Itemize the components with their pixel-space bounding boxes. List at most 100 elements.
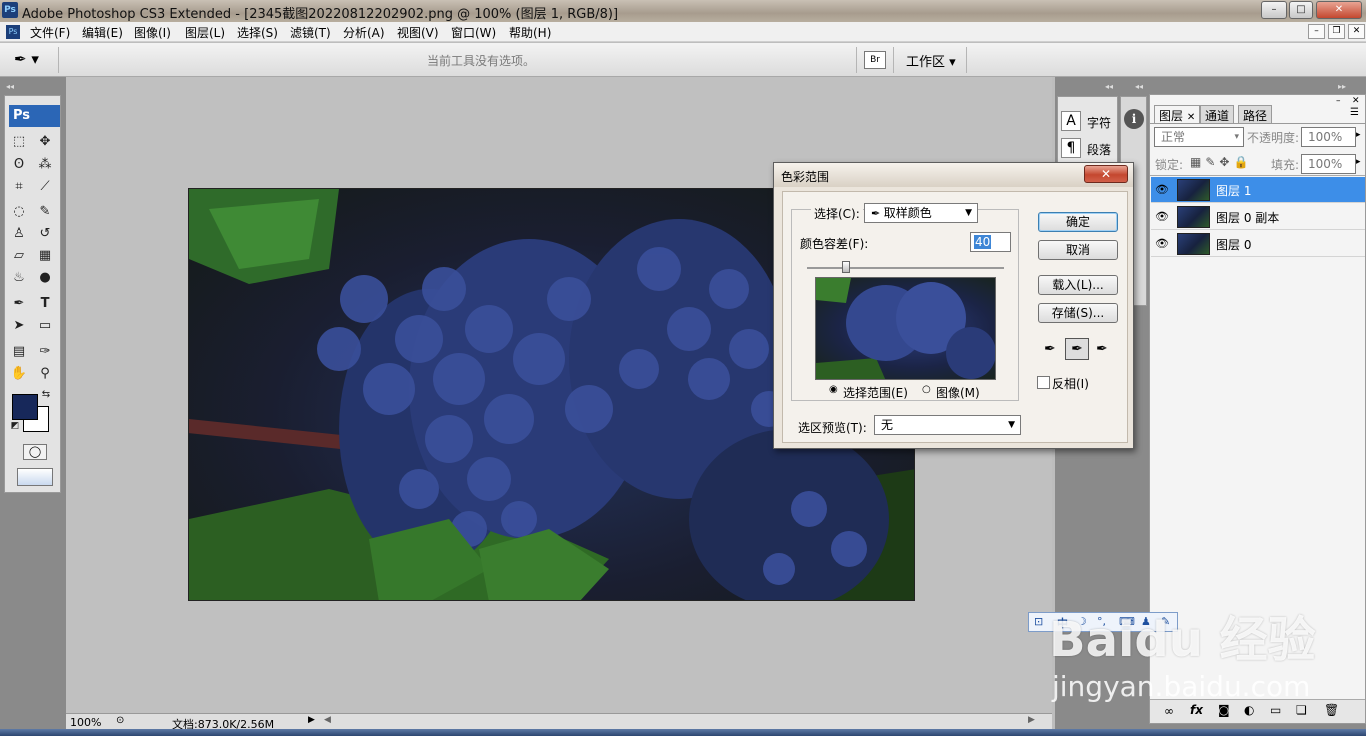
blur-tool-icon[interactable]: ♨ (9, 268, 29, 288)
preview-select[interactable]: 无 ▼ (874, 415, 1021, 435)
opacity-field[interactable]: 100% (1301, 127, 1356, 147)
eraser-tool-icon[interactable]: ▱ (9, 246, 29, 266)
panel-minimize-icon[interactable]: – (1336, 96, 1341, 106)
menu-file[interactable]: 文件(F) (30, 24, 70, 41)
eyedropper-tool-icon[interactable]: ✑ (35, 342, 55, 362)
select-combo[interactable]: ✒ 取样颜色 ▼ (864, 203, 978, 223)
zoom-tool-icon[interactable]: ⚲ (35, 364, 55, 384)
layer-row[interactable]: 👁 图层 0 副本 (1151, 204, 1365, 230)
layer-name[interactable]: 图层 1 (1216, 182, 1251, 199)
brush-tool-icon[interactable]: ✎ (35, 202, 55, 222)
fuzziness-field[interactable]: 40 (970, 232, 1011, 252)
path-selection-tool-icon[interactable]: ➤ (9, 316, 29, 336)
fill-field[interactable]: 100% (1301, 154, 1356, 174)
slice-tool-icon[interactable]: ⟋ (35, 177, 55, 197)
dock-collapse-icon[interactable]: ◂◂ (1105, 82, 1113, 91)
paragraph-panel-label[interactable]: 段落 (1087, 141, 1111, 158)
close-button[interactable]: ✕ (1316, 1, 1362, 19)
tab-paths[interactable]: 路径 (1238, 105, 1273, 123)
menu-analysis[interactable]: 分析(A) (343, 24, 385, 41)
move-tool-icon[interactable]: ✥ (35, 132, 55, 152)
crop-tool-icon[interactable]: ⌗ (9, 177, 29, 197)
menu-image[interactable]: 图像(I) (134, 24, 171, 41)
eyedropper-icon[interactable]: ✒ ▾ (14, 50, 48, 70)
hand-tool-icon[interactable]: ✋ (9, 364, 29, 384)
info-icon[interactable]: i (1124, 109, 1144, 129)
radio-selection-icon[interactable]: ◉ (829, 384, 838, 395)
dialog-title-bar[interactable]: 色彩范围 ✕ (774, 163, 1133, 187)
visibility-eye-icon[interactable]: 👁 (1155, 183, 1169, 196)
marquee-tool-icon[interactable]: ⬚ (9, 132, 29, 152)
zoom-level[interactable]: 100% (70, 716, 101, 729)
tab-close-icon[interactable]: ✕ (1187, 112, 1195, 123)
new-layer-icon[interactable]: ❏ (1296, 703, 1307, 717)
layer-name[interactable]: 图层 0 (1216, 236, 1251, 253)
menu-select[interactable]: 选择(S) (237, 24, 278, 41)
visibility-eye-icon[interactable]: 👁 (1155, 210, 1169, 223)
fuzziness-slider-track[interactable] (807, 267, 1004, 269)
visibility-eye-icon[interactable]: 👁 (1155, 237, 1169, 250)
scroll-right-icon[interactable]: ▶ (1028, 715, 1035, 725)
layer-style-icon[interactable]: fx (1190, 703, 1203, 717)
panel-close-icon[interactable]: ✕ (1352, 96, 1360, 106)
lock-icons[interactable]: ▦✎✥🔒 (1190, 155, 1252, 169)
doc-close-button[interactable]: ✕ (1348, 24, 1365, 39)
screen-mode-icon[interactable] (17, 468, 53, 486)
layer-row[interactable]: 👁 图层 1 (1151, 177, 1365, 203)
ok-button[interactable]: 确定 (1038, 212, 1118, 232)
save-button[interactable]: 存储(S)... (1038, 303, 1118, 323)
history-brush-tool-icon[interactable]: ↺ (35, 224, 55, 244)
layer-name[interactable]: 图层 0 副本 (1216, 209, 1279, 226)
maximize-button[interactable]: □ (1289, 1, 1313, 19)
delete-layer-icon[interactable]: 🗑 (1324, 703, 1339, 717)
panel-menu-icon[interactable]: ☰ (1350, 107, 1359, 118)
radio-selection-label[interactable]: 选择范围(E) (843, 384, 908, 401)
menu-layer[interactable]: 图层(L) (185, 24, 225, 41)
subtract-eyedropper-icon[interactable]: ✒ (1096, 341, 1108, 357)
default-colors-icon[interactable]: ◩ (9, 420, 21, 432)
magic-wand-tool-icon[interactable]: ⁂ (35, 155, 55, 175)
doc-minimize-button[interactable]: – (1308, 24, 1325, 39)
eyedropper-icon[interactable]: ✒ (1044, 341, 1056, 357)
invert-label[interactable]: 反相(I) (1052, 375, 1089, 392)
dock-collapse-icon[interactable]: ◂◂ (1135, 82, 1143, 91)
quick-mask-icon[interactable]: ◯ (23, 444, 47, 460)
clone-stamp-tool-icon[interactable]: ♙ (9, 224, 29, 244)
character-icon[interactable]: A (1061, 111, 1081, 131)
collapse-icon[interactable]: ◂◂ (6, 82, 14, 91)
doc-restore-button[interactable]: ❐ (1328, 24, 1345, 39)
menu-filter[interactable]: 滤镜(T) (290, 24, 331, 41)
dock-expand-icon[interactable]: ▸▸ (1338, 82, 1346, 91)
minimize-button[interactable]: – (1261, 1, 1287, 19)
gradient-tool-icon[interactable]: ▦ (35, 246, 55, 266)
foreground-color-swatch[interactable] (12, 394, 38, 420)
new-group-icon[interactable]: ▭ (1270, 703, 1281, 717)
menu-view[interactable]: 视图(V) (397, 24, 439, 41)
radio-image-icon[interactable]: ○ (922, 384, 931, 395)
swap-colors-icon[interactable]: ⇆ (39, 388, 53, 402)
pen-tool-icon[interactable]: ✒ (9, 294, 29, 314)
scroll-left-icon[interactable]: ◀ (324, 715, 331, 725)
healing-brush-tool-icon[interactable]: ◌ (9, 202, 29, 222)
invert-checkbox[interactable] (1037, 376, 1050, 389)
status-icon[interactable]: ⊙ (116, 715, 124, 726)
tab-channels[interactable]: 通道 (1200, 105, 1235, 123)
shape-tool-icon[interactable]: ▭ (35, 316, 55, 336)
dodge-tool-icon[interactable]: ● (35, 268, 55, 288)
menu-help[interactable]: 帮助(H) (509, 24, 551, 41)
menu-window[interactable]: 窗口(W) (451, 24, 496, 41)
paragraph-icon[interactable]: ¶ (1061, 138, 1081, 158)
tab-layers[interactable]: 图层 ✕ (1154, 105, 1201, 123)
ime-logo-icon[interactable]: ⊡ (1034, 615, 1043, 628)
layer-mask-icon[interactable]: ◙ (1218, 703, 1230, 717)
document-icon[interactable]: Ps (6, 25, 20, 39)
blend-mode-select[interactable]: 正常 ▾ (1154, 127, 1244, 147)
dialog-close-button[interactable]: ✕ (1084, 165, 1128, 183)
cancel-button[interactable]: 取消 (1038, 240, 1118, 260)
radio-image-label[interactable]: 图像(M) (936, 384, 980, 401)
link-layers-icon[interactable]: ∞ (1164, 704, 1174, 718)
character-panel-label[interactable]: 字符 (1087, 114, 1111, 131)
layer-row[interactable]: 👁 图层 0 (1151, 231, 1365, 257)
fuzziness-slider-thumb[interactable] (842, 261, 850, 273)
windows-taskbar[interactable] (0, 729, 1366, 736)
